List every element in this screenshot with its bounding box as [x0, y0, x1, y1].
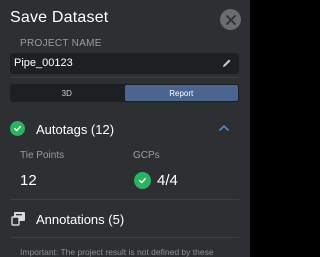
project-name-value: Pipe_00123 — [14, 57, 73, 69]
divider — [10, 199, 239, 200]
chevron-up-icon[interactable] — [218, 123, 230, 133]
tie-points-label: Tie Points — [20, 150, 65, 161]
project-name-input[interactable]: Pipe_00123 — [10, 53, 239, 74]
divider — [10, 237, 239, 238]
autotags-title[interactable]: Autotags (12) — [36, 122, 114, 137]
check-circle-icon — [10, 121, 25, 136]
pencil-icon[interactable] — [221, 57, 233, 69]
tab-3d[interactable]: 3D — [10, 84, 124, 102]
annotation-icon — [11, 212, 25, 226]
annotations-title[interactable]: Annotations (5) — [36, 212, 124, 227]
save-dataset-dialog: Save Dataset PROJECT NAME Pipe_00123 3D … — [0, 0, 250, 257]
close-icon — [225, 14, 236, 25]
view-toggle[interactable]: 3D Report — [10, 84, 239, 102]
dialog-title: Save Dataset — [10, 9, 109, 26]
gcps-label: GCPs — [133, 150, 160, 161]
project-name-label: PROJECT NAME — [20, 38, 102, 49]
gcps-value: 4/4 — [157, 172, 178, 189]
important-note: Important: The project result is not def… — [20, 247, 214, 257]
close-button[interactable] — [220, 9, 241, 30]
divider — [10, 77, 239, 78]
tab-report[interactable]: Report — [124, 85, 238, 101]
tie-points-value: 12 — [20, 172, 37, 189]
gcps-check-icon — [134, 172, 151, 189]
